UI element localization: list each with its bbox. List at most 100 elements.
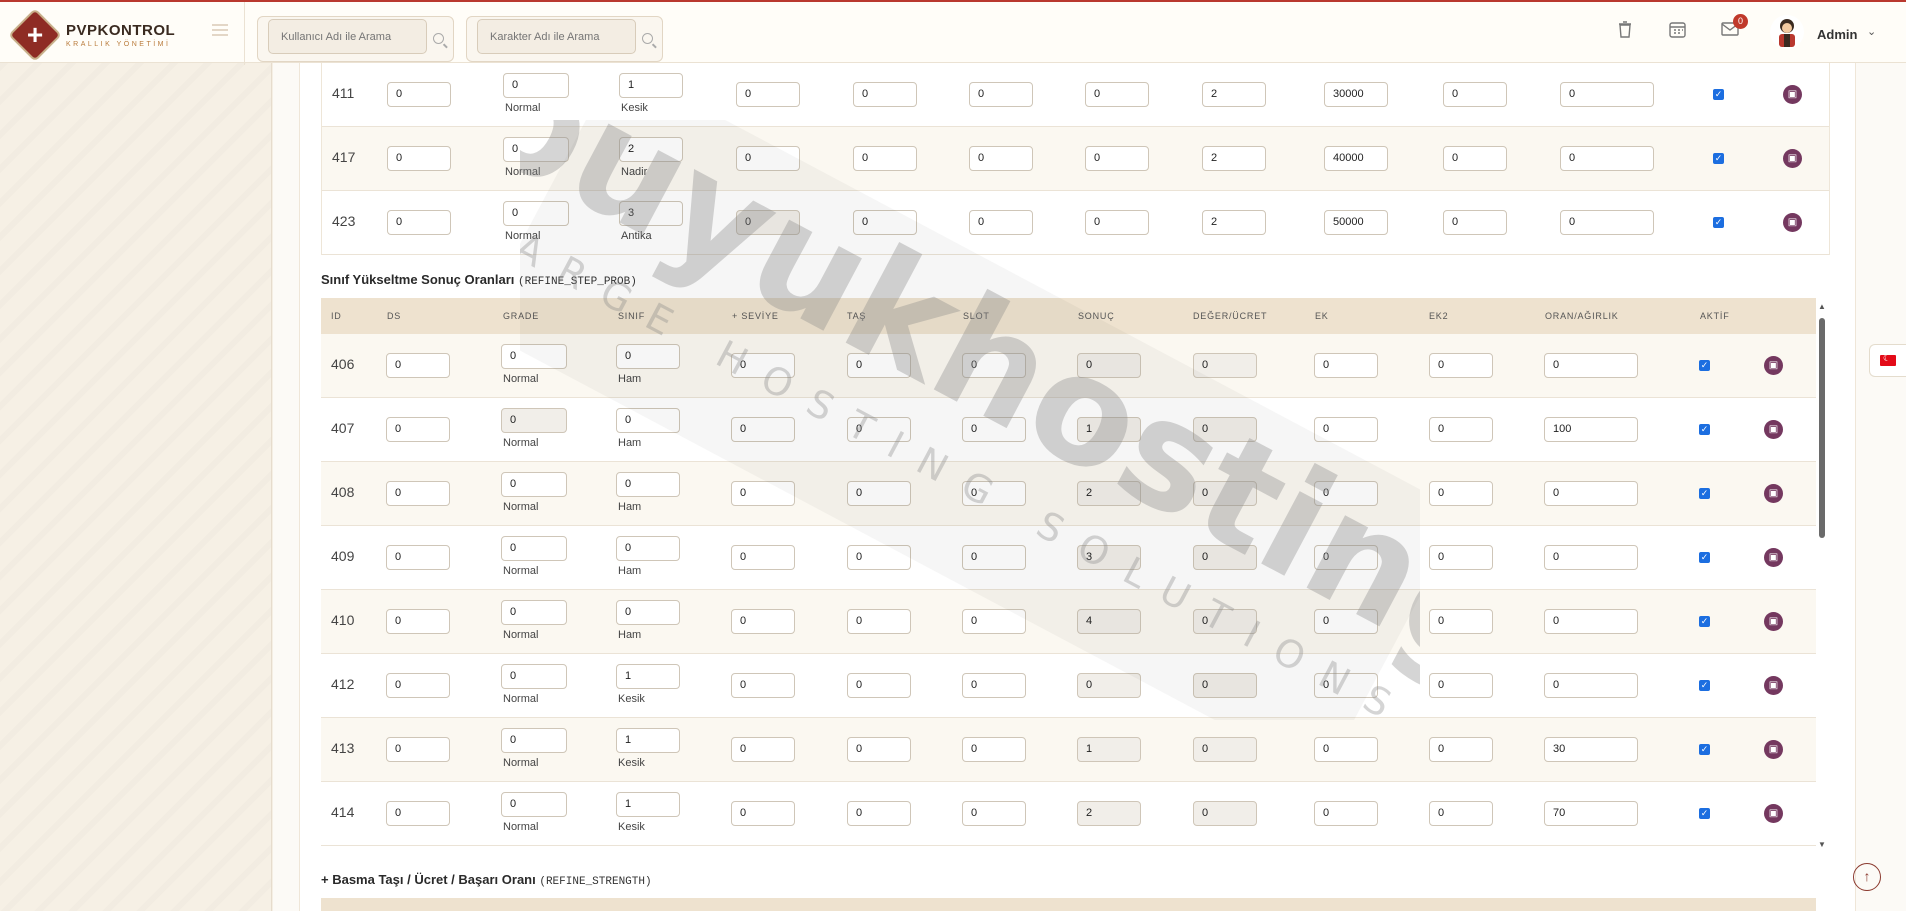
grade-field[interactable]: 0 (501, 600, 567, 625)
slot-field[interactable]: 0 (962, 353, 1026, 378)
ek-field[interactable]: 0 (1314, 673, 1378, 698)
class-field[interactable]: 2 (619, 137, 683, 162)
ek-field[interactable]: 0 (1314, 353, 1378, 378)
trash-icon[interactable] (1618, 21, 1632, 43)
avatar[interactable] (1770, 15, 1804, 49)
value-field[interactable]: 0 (1193, 417, 1257, 442)
ds-field[interactable]: 0 (386, 801, 450, 826)
ek2-field[interactable]: 0 (1429, 353, 1493, 378)
ratio-field[interactable]: 0 (1544, 353, 1638, 378)
result-field[interactable]: 2 (1077, 481, 1141, 506)
value-field[interactable]: 0 (1193, 481, 1257, 506)
value-field[interactable]: 0 (1193, 801, 1257, 826)
active-checkbox[interactable]: ✓ (1699, 680, 1710, 691)
ds-field[interactable]: 0 (386, 737, 450, 762)
user-search-input[interactable] (268, 19, 427, 54)
save-button[interactable]: ▣ (1764, 804, 1783, 823)
save-button[interactable]: ▣ (1764, 676, 1783, 695)
ratio-field[interactable]: 0 (1544, 609, 1638, 634)
stone-field[interactable]: 0 (847, 353, 911, 378)
ratio-field[interactable]: 0 (1560, 210, 1654, 235)
class-field[interactable]: 0 (616, 472, 680, 497)
class-field[interactable]: 1 (616, 664, 680, 689)
stone-field[interactable]: 0 (847, 481, 911, 506)
result-field[interactable]: 0 (1085, 210, 1149, 235)
active-checkbox[interactable]: ✓ (1699, 488, 1710, 499)
ds-field[interactable]: 0 (386, 417, 450, 442)
save-button[interactable]: ▣ (1764, 356, 1783, 375)
save-button[interactable]: ▣ (1764, 484, 1783, 503)
class-field[interactable]: 0 (616, 344, 680, 369)
scroll-to-top-button[interactable]: ↑ (1853, 863, 1881, 891)
ratio-field[interactable]: 0 (1544, 545, 1638, 570)
active-checkbox[interactable]: ✓ (1713, 89, 1724, 100)
ek-field[interactable]: 50000 (1324, 210, 1388, 235)
grade-field[interactable]: 0 (501, 408, 567, 433)
menu-toggle-icon[interactable] (212, 24, 228, 39)
value-field[interactable]: 0 (1193, 737, 1257, 762)
ek2-field[interactable]: 0 (1429, 737, 1493, 762)
stone-field[interactable]: 0 (853, 210, 917, 235)
grade-field[interactable]: 0 (503, 137, 569, 162)
ek2-field[interactable]: 0 (1429, 481, 1493, 506)
ek2-field[interactable]: 0 (1429, 545, 1493, 570)
ds-field[interactable]: 0 (387, 146, 451, 171)
grade-field[interactable]: 0 (503, 201, 569, 226)
class-field[interactable]: 0 (616, 408, 680, 433)
scrollbar-thumb[interactable] (1819, 318, 1825, 538)
class-field[interactable]: 3 (619, 201, 683, 226)
slot-field[interactable]: 0 (962, 737, 1026, 762)
slot-field[interactable]: 0 (962, 417, 1026, 442)
value-field[interactable]: 2 (1202, 210, 1266, 235)
result-field[interactable]: 0 (1077, 673, 1141, 698)
ratio-field[interactable]: 30 (1544, 737, 1638, 762)
result-field[interactable]: 0 (1077, 353, 1141, 378)
value-field[interactable]: 0 (1193, 609, 1257, 634)
grade-field[interactable]: 0 (503, 73, 569, 98)
stone-field[interactable]: 0 (847, 545, 911, 570)
ds-field[interactable]: 0 (387, 82, 451, 107)
ratio-field[interactable]: 0 (1560, 146, 1654, 171)
stone-field[interactable]: 0 (847, 801, 911, 826)
result-field[interactable]: 2 (1077, 801, 1141, 826)
ek2-field[interactable]: 0 (1443, 210, 1507, 235)
language-selector[interactable] (1869, 344, 1906, 377)
ek2-field[interactable]: 0 (1429, 801, 1493, 826)
chevron-down-icon[interactable]: ⌄ (1867, 25, 1876, 38)
active-checkbox[interactable]: ✓ (1699, 616, 1710, 627)
stone-field[interactable]: 0 (847, 737, 911, 762)
result-field[interactable]: 4 (1077, 609, 1141, 634)
value-field[interactable]: 0 (1193, 673, 1257, 698)
level-field[interactable]: 0 (731, 737, 795, 762)
ratio-field[interactable]: 100 (1544, 417, 1638, 442)
active-checkbox[interactable]: ✓ (1699, 744, 1710, 755)
save-button[interactable]: ▣ (1783, 149, 1802, 168)
brand-logo[interactable]: + PVPKONTROL KRALLIK YÖNETİMİ (10, 10, 175, 60)
ek2-field[interactable]: 0 (1443, 146, 1507, 171)
ratio-field[interactable]: 0 (1560, 82, 1654, 107)
save-button[interactable]: ▣ (1783, 85, 1802, 104)
ek-field[interactable]: 0 (1314, 481, 1378, 506)
result-field[interactable]: 0 (1085, 146, 1149, 171)
class-field[interactable]: 0 (616, 536, 680, 561)
grade-field[interactable]: 0 (501, 728, 567, 753)
ds-field[interactable]: 0 (386, 609, 450, 634)
ek-field[interactable]: 0 (1314, 609, 1378, 634)
ratio-field[interactable]: 0 (1544, 481, 1638, 506)
level-field[interactable]: 0 (736, 82, 800, 107)
grade-field[interactable]: 0 (501, 536, 567, 561)
grade-field[interactable]: 0 (501, 664, 567, 689)
value-field[interactable]: 0 (1193, 353, 1257, 378)
ek2-field[interactable]: 0 (1443, 82, 1507, 107)
scroll-down-icon[interactable]: ▼ (1818, 840, 1826, 849)
value-field[interactable]: 2 (1202, 82, 1266, 107)
class-field[interactable]: 1 (616, 792, 680, 817)
character-search-input[interactable] (477, 19, 636, 54)
level-field[interactable]: 0 (736, 146, 800, 171)
level-field[interactable]: 0 (731, 673, 795, 698)
save-button[interactable]: ▣ (1783, 213, 1802, 232)
slot-field[interactable]: 0 (969, 146, 1033, 171)
ek-field[interactable]: 30000 (1324, 82, 1388, 107)
value-field[interactable]: 2 (1202, 146, 1266, 171)
slot-field[interactable]: 0 (962, 801, 1026, 826)
